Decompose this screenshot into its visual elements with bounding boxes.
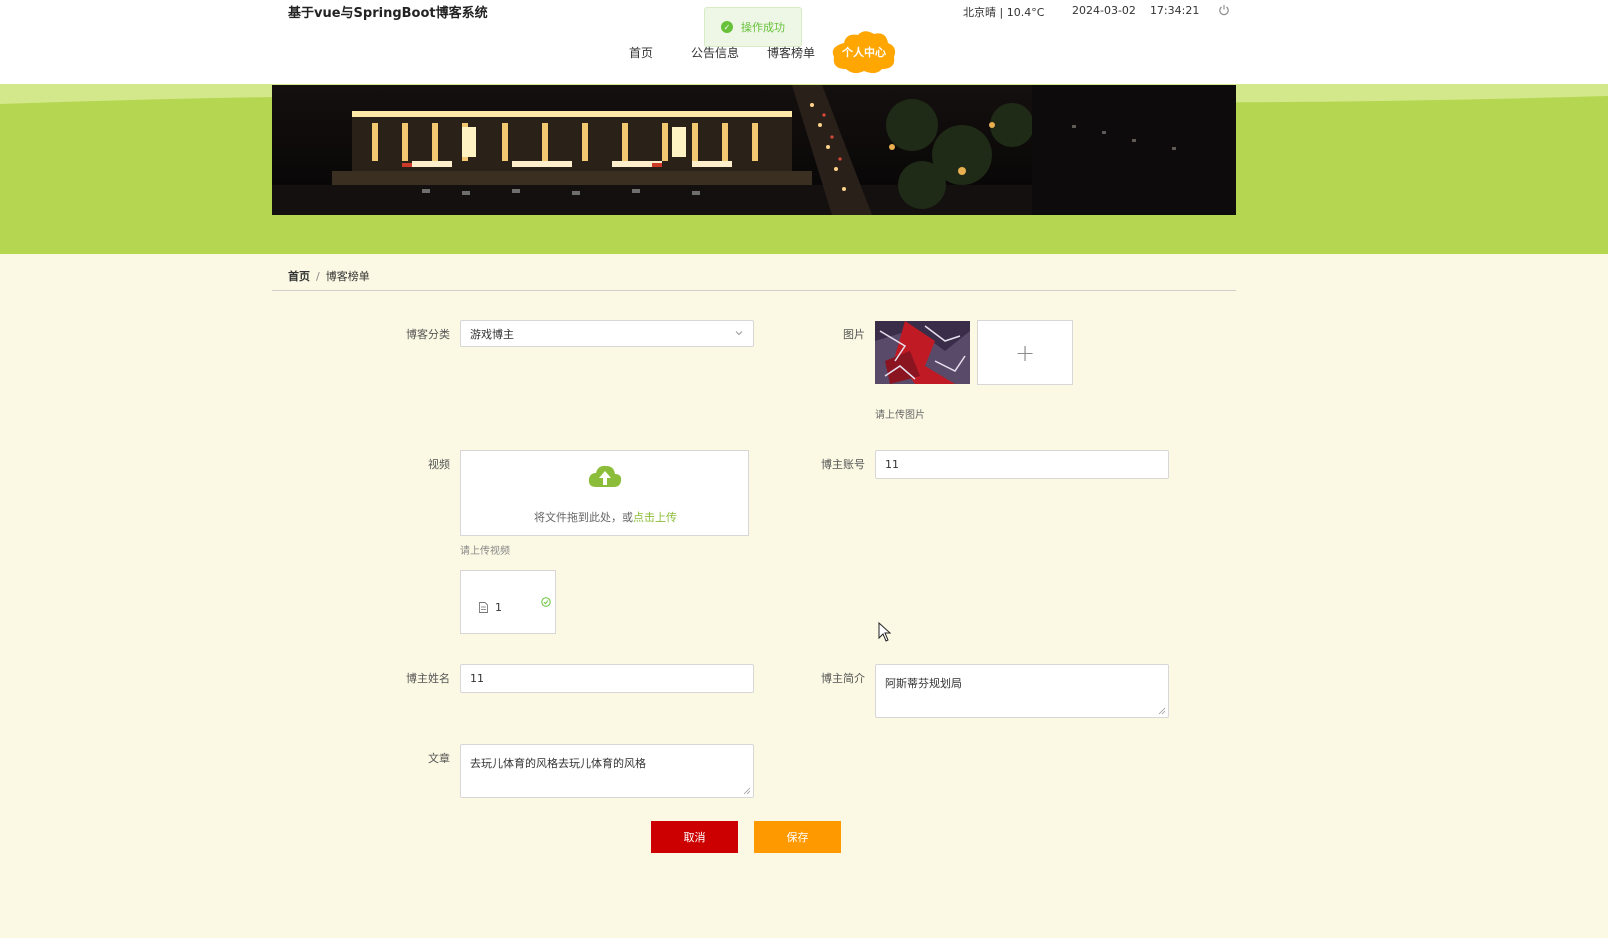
image-label: 图片 xyxy=(843,328,865,341)
upload-click-link[interactable]: 点击上传 xyxy=(633,511,677,524)
resize-handle-icon[interactable] xyxy=(1158,707,1166,715)
save-button[interactable]: 保存 xyxy=(754,821,841,853)
breadcrumb-home[interactable]: 首页 xyxy=(288,270,310,283)
article-textarea-value: 去玩儿体育的风格去玩儿体育的风格 xyxy=(470,757,646,770)
account-input[interactable]: 11 xyxy=(875,450,1169,479)
name-input-value: 11 xyxy=(470,672,484,685)
banner-image xyxy=(272,85,1236,215)
uploaded-video-file[interactable]: 1 xyxy=(460,570,556,634)
uploaded-image-picture xyxy=(875,321,970,384)
toast-text: 操作成功 xyxy=(741,21,785,34)
resize-handle-icon[interactable] xyxy=(743,787,751,795)
upload-drag-text: 将文件拖到此处，或 xyxy=(534,511,633,524)
banner-night-city-image xyxy=(272,85,1236,215)
success-circle-icon xyxy=(541,597,551,607)
success-check-icon: ✓ xyxy=(721,21,733,33)
article-textarea[interactable]: 去玩儿体育的风格去玩儿体育的风格 xyxy=(460,744,754,798)
document-icon xyxy=(479,602,488,613)
date-text: 2024-03-02 xyxy=(1072,4,1136,17)
cloud-upload-icon xyxy=(588,465,622,487)
nav-item-personal-center[interactable]: 个人中心 xyxy=(830,44,898,60)
video-hint: 请上传视频 xyxy=(460,546,510,557)
upload-instructions: 将文件拖到此处，或点击上传 xyxy=(461,509,750,525)
main-nav: 首页 公告信息 博客榜单 xyxy=(0,40,1608,70)
datetime: 2024-03-02 17:34:21 xyxy=(1072,4,1199,17)
breadcrumb-divider xyxy=(272,290,1236,291)
intro-textarea-value: 阿斯蒂芬规划局 xyxy=(885,677,962,690)
top-header: 基于vue与SpringBoot博客系统 ✓ 操作成功 北京晴 | 10.4°C… xyxy=(0,0,1608,85)
cancel-button[interactable]: 取消 xyxy=(651,821,738,853)
account-input-value: 11 xyxy=(885,458,899,471)
time-text: 17:34:21 xyxy=(1149,4,1200,17)
intro-textarea[interactable]: 阿斯蒂芬规划局 xyxy=(875,664,1169,718)
video-file-name: 1 xyxy=(495,601,502,614)
video-label: 视频 xyxy=(428,458,450,471)
nav-item-home[interactable]: 首页 xyxy=(629,44,653,61)
mouse-cursor-icon xyxy=(878,622,892,642)
breadcrumb-current: 博客榜单 xyxy=(325,270,370,283)
category-select-value: 游戏博主 xyxy=(470,327,514,341)
nav-item-ranking[interactable]: 博客榜单 xyxy=(767,44,815,61)
intro-label: 博主简介 xyxy=(821,672,865,685)
name-label: 博主姓名 xyxy=(406,672,450,685)
chevron-down-icon xyxy=(735,331,743,336)
uploaded-image-thumbnail[interactable] xyxy=(875,321,970,384)
weather-info: 北京晴 | 10.4°C xyxy=(963,6,1045,19)
category-label: 博客分类 xyxy=(406,328,450,341)
account-label: 博主账号 xyxy=(821,458,865,471)
category-select[interactable]: 游戏博主 xyxy=(460,320,754,347)
article-label: 文章 xyxy=(428,752,450,765)
add-image-button[interactable]: + xyxy=(977,320,1073,385)
nav-item-notice[interactable]: 公告信息 xyxy=(691,44,739,61)
breadcrumb-separator: / xyxy=(316,270,320,283)
site-title: 基于vue与SpringBoot博客系统 xyxy=(288,6,488,21)
video-upload-dropzone[interactable]: 将文件拖到此处，或点击上传 xyxy=(460,450,749,536)
breadcrumb: 首页 / 博客榜单 xyxy=(288,268,370,284)
name-input[interactable]: 11 xyxy=(460,664,754,693)
plus-icon: + xyxy=(1014,338,1036,367)
image-hint: 请上传图片 xyxy=(875,410,925,421)
power-icon[interactable] xyxy=(1218,4,1230,16)
